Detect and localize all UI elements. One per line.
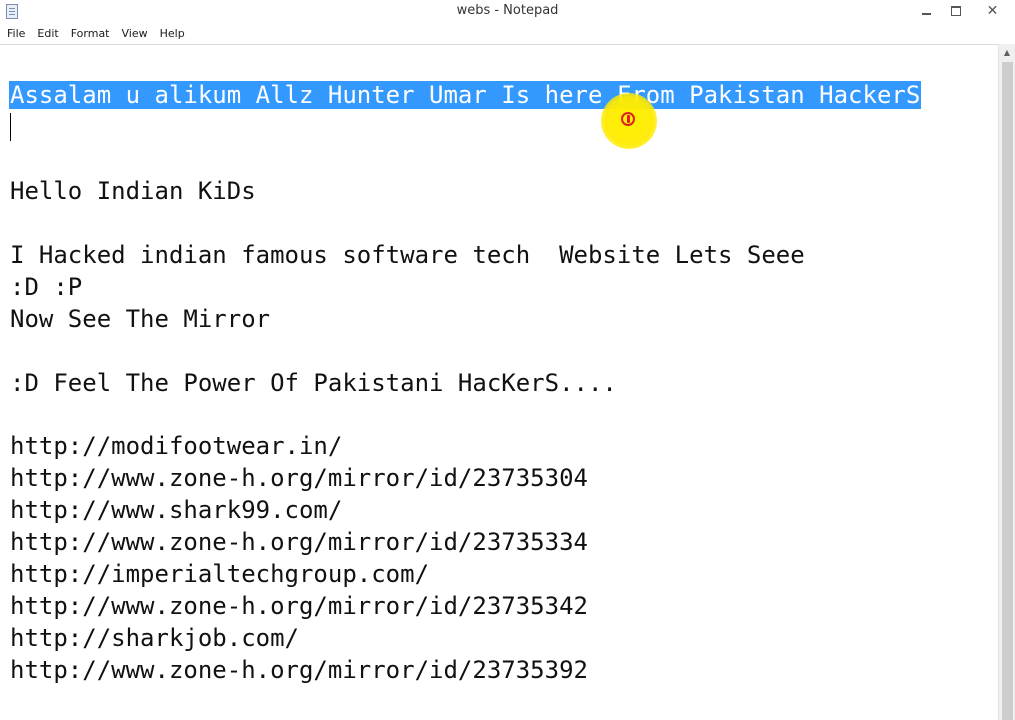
text-line[interactable]: http://www.zone-h.org/mirror/id/23735334 bbox=[10, 528, 588, 556]
notepad-window: webs - Notepad ✕ File Edit Format View H… bbox=[0, 0, 1015, 720]
maximize-button[interactable] bbox=[942, 0, 970, 22]
text-line[interactable]: :D :P bbox=[10, 273, 82, 301]
text-line[interactable]: http://www.zone-h.org/mirror/id/23735342 bbox=[10, 592, 588, 620]
text-line[interactable]: Hello Indian KiDs bbox=[10, 177, 256, 205]
menu-format[interactable]: Format bbox=[65, 24, 116, 43]
minimize-button[interactable] bbox=[910, 0, 942, 22]
text-editor[interactable]: Assalam u alikum Allz Hunter Umar Is her… bbox=[0, 44, 998, 720]
menu-bar: File Edit Format View Help bbox=[0, 24, 1015, 43]
vertical-scrollbar[interactable]: ▲ bbox=[998, 44, 1015, 720]
menu-view[interactable]: View bbox=[116, 24, 154, 43]
text-line[interactable]: http://sharkjob.com/ bbox=[10, 624, 299, 652]
text-line[interactable]: http://www.zone-h.org/mirror/id/23735304 bbox=[10, 464, 588, 492]
mouse-cursor-icon bbox=[621, 112, 635, 126]
minimize-icon bbox=[921, 13, 931, 15]
title-bar[interactable]: webs - Notepad ✕ bbox=[0, 0, 1015, 24]
window-title: webs - Notepad bbox=[456, 3, 559, 18]
text-line[interactable]: Now See The Mirror bbox=[10, 305, 270, 333]
text-line[interactable]: http://www.shark99.com/ bbox=[10, 496, 342, 524]
restore-icon bbox=[951, 6, 961, 16]
menu-edit[interactable]: Edit bbox=[31, 24, 64, 43]
close-button[interactable]: ✕ bbox=[970, 0, 1015, 22]
text-line[interactable]: :D Feel The Power Of Pakistani HacKerS..… bbox=[10, 369, 617, 397]
menu-help[interactable]: Help bbox=[154, 24, 191, 43]
text-caret bbox=[10, 113, 11, 141]
scroll-up-button[interactable]: ▲ bbox=[999, 44, 1015, 61]
text-line[interactable]: http://imperialtechgroup.com/ bbox=[10, 560, 429, 588]
text-line-selected[interactable]: Assalam u alikum Allz Hunter Umar Is her… bbox=[9, 81, 922, 109]
chevron-up-icon: ▲ bbox=[1003, 48, 1011, 57]
text-line[interactable]: http://modifootwear.in/ bbox=[10, 432, 342, 460]
scroll-thumb[interactable] bbox=[1002, 62, 1013, 720]
close-icon: ✕ bbox=[986, 3, 999, 19]
menu-file[interactable]: File bbox=[0, 24, 31, 43]
text-line[interactable]: http://www.zone-h.org/mirror/id/23735392 bbox=[10, 656, 588, 684]
text-line[interactable]: I Hacked indian famous software tech Web… bbox=[10, 241, 805, 269]
